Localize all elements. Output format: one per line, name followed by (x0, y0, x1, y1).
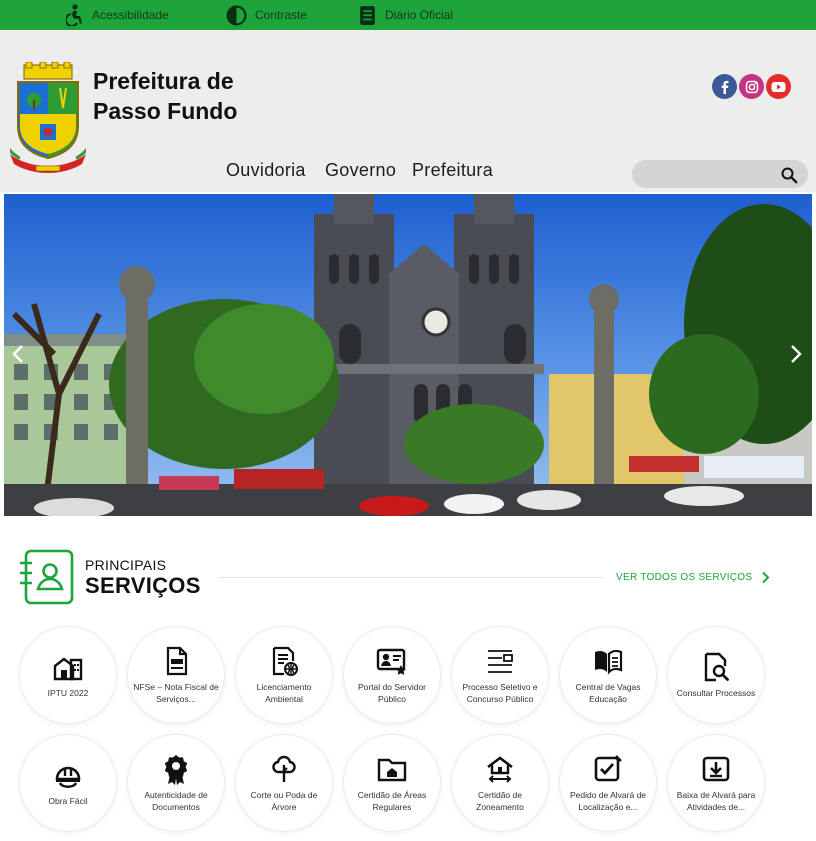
service-card-consult-processes[interactable]: Consultar Processos (667, 626, 765, 724)
youtube-link[interactable] (766, 74, 791, 99)
service-card-document-authenticity[interactable]: Autenticidade de Documentos (127, 734, 225, 832)
site-brand[interactable]: Prefeitura de Passo Fundo (93, 66, 237, 126)
service-label: Portal do Servidor Público (357, 682, 427, 704)
hard-hat-icon (55, 766, 81, 788)
service-card-tree-pruning[interactable]: Corte ou Poda de Árvore (235, 734, 333, 832)
search-icon[interactable] (780, 166, 798, 184)
brand-line-1: Prefeitura de (93, 68, 234, 94)
open-book-icon (595, 649, 623, 675)
service-label: Autenticidade de Documentos (144, 790, 208, 812)
see-all-services-link[interactable]: VER TODOS OS SERVIÇOS (616, 571, 770, 584)
youtube-icon (771, 81, 786, 92)
section-divider (218, 577, 603, 578)
service-label: IPTU 2022 (47, 688, 89, 698)
contrast-toggle[interactable]: Contraste (226, 0, 307, 30)
nav-item-ouvidoria[interactable]: Ouvidoria (226, 160, 306, 181)
service-label: Corte ou Poda de Árvore (250, 790, 318, 812)
checkbox-edit-icon (594, 755, 622, 782)
house-building-icon (53, 657, 83, 681)
cathedral-photo (4, 194, 812, 516)
service-label: Certidão de Áreas Regulares (357, 790, 427, 812)
services-section-icon (20, 549, 74, 605)
service-card-easy-build[interactable]: Obra Fácil (19, 734, 117, 832)
accessibility-link[interactable]: Acessibilidade (66, 0, 169, 30)
contrast-label: Contraste (255, 8, 308, 22)
services-kicker: PRINCIPAIS (85, 557, 167, 573)
carousel-prev-icon[interactable] (10, 343, 26, 365)
official-gazette-link[interactable]: Diário Oficial (358, 0, 453, 30)
service-card-environmental-license[interactable]: Licenciamento Ambiental (235, 626, 333, 724)
nav-item-prefeitura[interactable]: Prefeitura (412, 160, 493, 181)
folder-house-icon (377, 758, 407, 782)
top-utility-bar: Acessibilidade Contraste Diário Oficial (0, 0, 816, 30)
nav-item-governo[interactable]: Governo (325, 160, 396, 181)
service-card-location-permit[interactable]: Pedido de Alvará de Localização e... (559, 734, 657, 832)
invoice-document-icon (166, 646, 188, 676)
official-gazette-label: Diário Oficial (385, 8, 454, 22)
see-all-label: VER TODOS OS SERVIÇOS (616, 572, 753, 583)
service-card-regular-areas-certificate[interactable]: Certidão de Áreas Regulares (343, 734, 441, 832)
list-form-icon (488, 650, 513, 673)
accessibility-label: Acessibilidade (92, 8, 169, 22)
service-label: NFSe – Nota Fiscal de Serviços... (133, 682, 219, 704)
service-card-selection-process[interactable]: Processo Seletivo e Concurso Público (451, 626, 549, 724)
download-box-icon (702, 756, 730, 782)
facebook-icon (721, 80, 728, 94)
brand-line-2: Passo Fundo (93, 98, 238, 124)
id-card-star-icon (376, 648, 407, 675)
instagram-link[interactable] (739, 74, 764, 99)
award-ribbon-icon (164, 755, 188, 785)
document-search-icon (704, 652, 729, 682)
hero-carousel[interactable] (4, 194, 812, 516)
service-label: Central de Vagas Educação (575, 682, 641, 704)
service-label: Processo Seletivo e Concurso Público (462, 682, 538, 704)
service-card-education-vacancies[interactable]: Central de Vagas Educação (559, 626, 657, 724)
instagram-icon (745, 80, 758, 93)
service-card-zoning-certificate[interactable]: Certidão de Zoneamento (451, 734, 549, 832)
carousel-next-icon[interactable] (788, 343, 804, 365)
service-label: Certidão de Zoneamento (476, 790, 524, 812)
service-card-permit-cancellation[interactable]: Baixa de Alvará para Atividades de... (667, 734, 765, 832)
newspaper-icon (360, 5, 375, 25)
service-label: Baixa de Alvará para Atividades de... (676, 790, 756, 812)
city-coat-of-arms-logo[interactable] (10, 62, 86, 174)
facebook-link[interactable] (712, 74, 737, 99)
chevron-right-icon (762, 571, 770, 584)
services-title: SERVIÇOS (85, 573, 201, 598)
service-label: Licenciamento Ambiental (256, 682, 312, 704)
document-globe-icon (272, 646, 298, 676)
site-header: Prefeitura de Passo Fundo Ouvidoria Gove… (0, 30, 816, 192)
service-label: Consultar Processos (676, 688, 756, 698)
service-card-public-servant-portal[interactable]: Portal do Servidor Público (343, 626, 441, 724)
tree-icon (272, 755, 296, 782)
service-card-nfse[interactable]: NFSe – Nota Fiscal de Serviços... (127, 626, 225, 724)
service-card-iptu[interactable]: IPTU 2022 (19, 626, 117, 724)
contrast-icon (226, 5, 247, 25)
house-arrows-icon (487, 756, 513, 783)
service-label: Obra Fácil (48, 796, 88, 806)
service-label: Pedido de Alvará de Localização e... (569, 790, 647, 812)
accessibility-icon (66, 4, 82, 26)
